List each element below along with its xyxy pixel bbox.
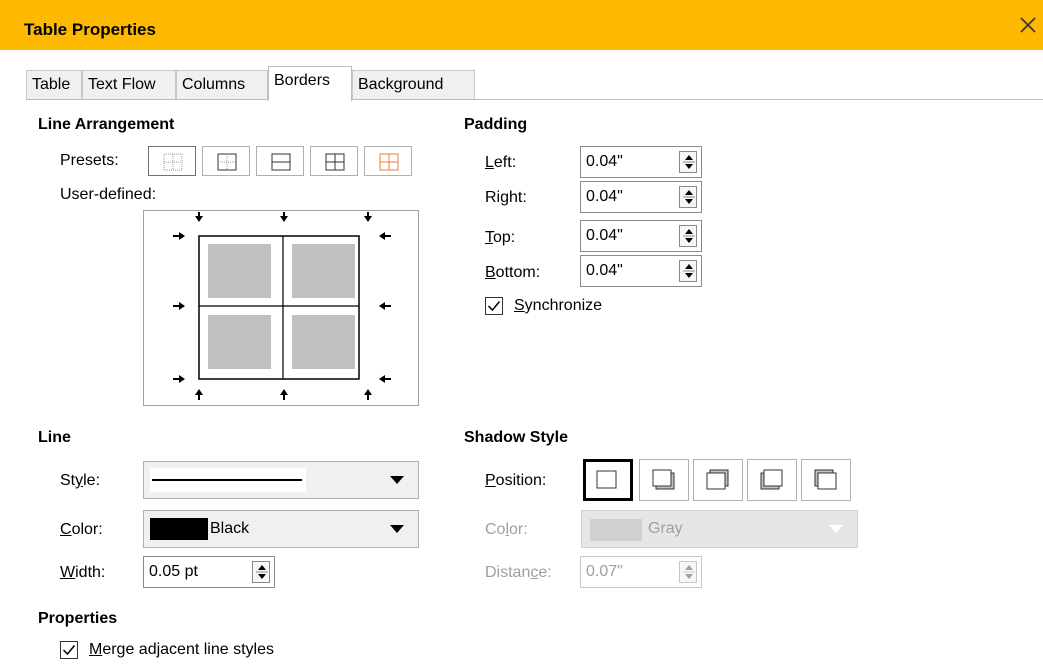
shadow-top-right-icon <box>706 469 729 490</box>
no-shadow-icon <box>596 470 617 489</box>
position-label: Position: <box>485 472 547 489</box>
line-color-dropdown[interactable]: Black <box>143 510 419 548</box>
line-width-value: 0.05 pt <box>149 563 198 580</box>
spin-arrows-icon <box>683 229 695 243</box>
tab-background[interactable]: Background <box>352 70 475 100</box>
synchronize-checkbox[interactable] <box>485 297 503 315</box>
padding-right-label: Right: <box>485 189 527 206</box>
padding-right-value: 0.04" <box>586 188 623 205</box>
close-icon[interactable] <box>1017 14 1039 36</box>
preset-outer-horizontal[interactable] <box>256 146 304 176</box>
no-borders-icon <box>163 153 183 171</box>
user-defined-label: User-defined: <box>60 186 157 203</box>
preset-no-borders[interactable] <box>148 146 196 176</box>
tab-divider <box>26 99 1043 100</box>
spin-arrows-icon <box>256 565 268 579</box>
tab-text-flow[interactable]: Text Flow <box>82 70 176 100</box>
padding-bottom-value: 0.04" <box>586 262 623 279</box>
line-color-swatch <box>150 518 208 540</box>
shadow-color-swatch <box>590 519 642 541</box>
outer-horizontal-icon <box>271 153 291 171</box>
line-style-dropdown[interactable] <box>143 461 419 499</box>
padding-right-stepper[interactable] <box>679 186 697 208</box>
padding-left-spinner[interactable]: 0.04" <box>580 146 702 178</box>
shadow-top-left-button[interactable] <box>801 459 851 501</box>
synchronize-label: Synchronize <box>514 297 603 314</box>
merge-line-styles-label: Merge adjacent line styles <box>89 641 274 658</box>
padding-top-label: Top: <box>485 229 516 246</box>
border-preview[interactable] <box>143 210 419 406</box>
padding-left-label: Left: <box>485 154 517 171</box>
shadow-bottom-left-icon <box>760 469 783 490</box>
shadow-bottom-right-icon <box>652 469 675 490</box>
shadow-color-value: Gray <box>648 520 683 537</box>
padding-right-spinner[interactable]: 0.04" <box>580 181 702 213</box>
border-preview-canvas <box>173 212 391 400</box>
chevron-down-icon <box>390 525 404 533</box>
style-label: Style: <box>60 472 101 489</box>
shadow-color-label: Color: <box>485 521 528 538</box>
shadow-bottom-left-button[interactable] <box>747 459 797 501</box>
line-heading: Line <box>38 429 71 446</box>
padding-bottom-stepper[interactable] <box>679 260 697 282</box>
padding-heading: Padding <box>464 116 528 133</box>
padding-left-stepper[interactable] <box>679 151 697 173</box>
color-label: Color: <box>60 521 103 538</box>
shadow-color-dropdown[interactable]: Gray <box>581 510 858 548</box>
shadow-none-button[interactable] <box>583 459 633 501</box>
distance-label: Distance: <box>485 564 552 581</box>
line-arrangement-heading: Line Arrangement <box>38 116 175 133</box>
width-label: Width: <box>60 564 106 581</box>
spin-arrows-icon <box>683 190 695 204</box>
all-borders-icon <box>325 153 345 171</box>
line-width-stepper[interactable] <box>252 561 270 583</box>
outer-border-icon <box>217 153 237 171</box>
outer-inner-border-icon <box>379 153 399 171</box>
line-width-spinner[interactable]: 0.05 pt <box>143 556 275 588</box>
padding-bottom-label: Bottom: <box>485 264 541 281</box>
line-color-value: Black <box>210 520 250 537</box>
padding-top-value: 0.04" <box>586 227 623 244</box>
shadow-distance-stepper[interactable] <box>679 561 697 583</box>
properties-heading: Properties <box>38 610 118 627</box>
shadow-top-right-button[interactable] <box>693 459 743 501</box>
spin-arrows-icon <box>683 565 695 579</box>
shadow-bottom-right-button[interactable] <box>639 459 689 501</box>
shadow-distance-spinner[interactable]: 0.07" <box>580 556 702 588</box>
padding-top-stepper[interactable] <box>679 225 697 247</box>
spin-arrows-icon <box>683 264 695 278</box>
padding-bottom-spinner[interactable]: 0.04" <box>580 255 702 287</box>
shadow-distance-value: 0.07" <box>586 563 623 580</box>
shadow-top-left-icon <box>814 469 837 490</box>
padding-top-spinner[interactable]: 0.04" <box>580 220 702 252</box>
spin-arrows-icon <box>683 155 695 169</box>
merge-line-styles-checkbox[interactable] <box>60 641 78 659</box>
chevron-down-icon <box>390 476 404 484</box>
padding-left-value: 0.04" <box>586 153 623 170</box>
dialog-title: Table Properties <box>24 20 156 39</box>
shadow-style-heading: Shadow Style <box>464 429 569 446</box>
tab-columns[interactable]: Columns <box>176 70 268 100</box>
preset-outer-only[interactable] <box>202 146 250 176</box>
line-style-swatch <box>150 468 306 492</box>
preset-outer-inner-orange[interactable] <box>364 146 412 176</box>
tab-borders[interactable]: Borders <box>268 66 352 101</box>
presets-label: Presets: <box>60 152 119 169</box>
tab-table[interactable]: Table <box>26 70 82 100</box>
title-bar: Table Properties <box>0 0 1043 50</box>
preset-outer-all-inner[interactable] <box>310 146 358 176</box>
chevron-down-icon <box>829 525 843 533</box>
